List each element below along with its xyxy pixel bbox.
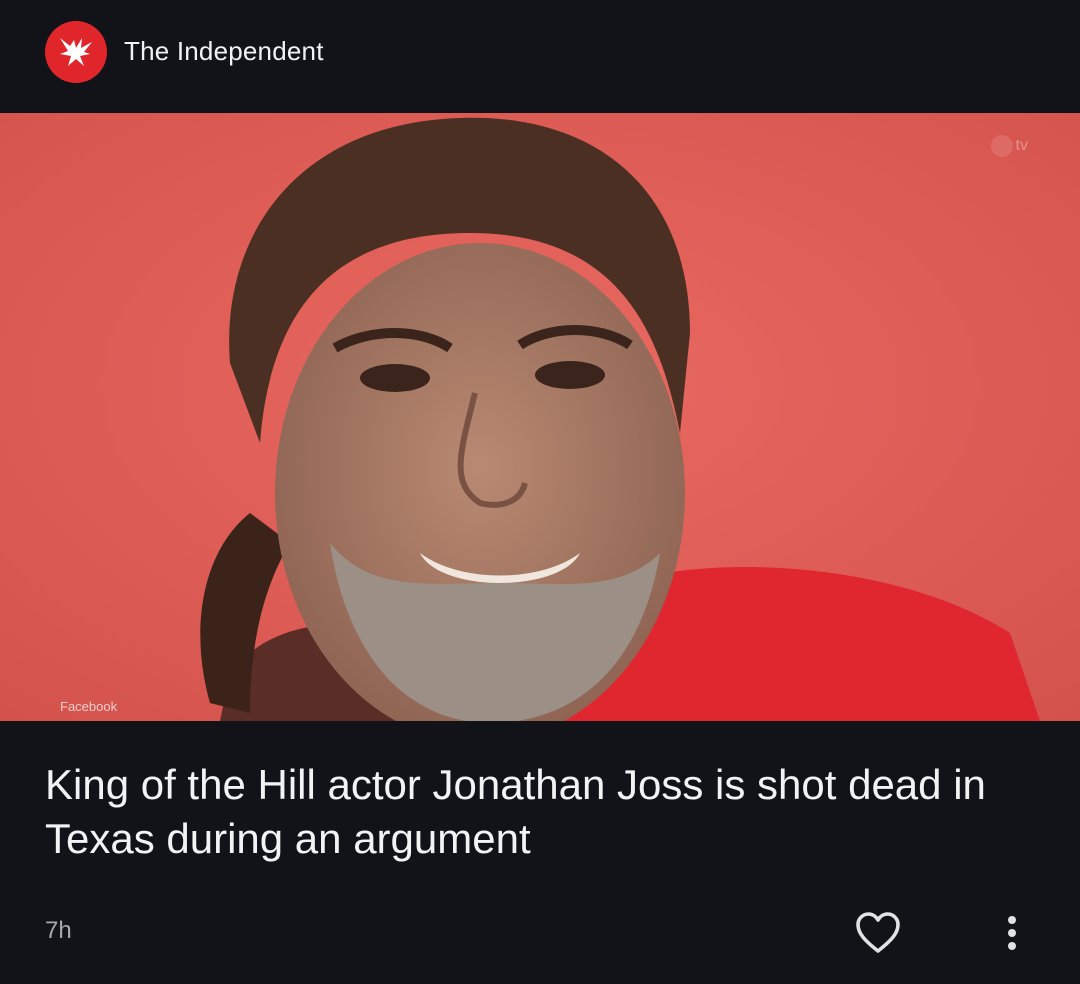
more-vertical-icon — [1008, 916, 1016, 924]
article-headline[interactable]: King of the Hill actor Jonathan Joss is … — [45, 758, 1005, 866]
article-timestamp: 7h — [45, 917, 72, 944]
news-card: The Independent tv Facebook King of the … — [0, 0, 1080, 984]
like-button[interactable] — [852, 908, 904, 958]
more-options-button[interactable] — [996, 908, 1028, 958]
watermark-text: tv — [1015, 137, 1028, 154]
image-credit: Facebook — [60, 699, 118, 714]
publisher-logo[interactable] — [45, 21, 107, 83]
more-vertical-icon-dot — [1008, 942, 1016, 950]
portrait-illustration — [0, 113, 1080, 721]
more-vertical-icon-dot — [1008, 929, 1016, 937]
independent-eagle-icon — [60, 38, 92, 66]
heart-outline-icon — [856, 912, 900, 953]
watermark: tv — [990, 135, 1028, 157]
card-header: The Independent — [0, 0, 1080, 112]
publisher-name[interactable]: The Independent — [124, 36, 324, 67]
watermark-icon — [990, 135, 1013, 157]
article-image[interactable]: tv Facebook — [0, 113, 1080, 721]
